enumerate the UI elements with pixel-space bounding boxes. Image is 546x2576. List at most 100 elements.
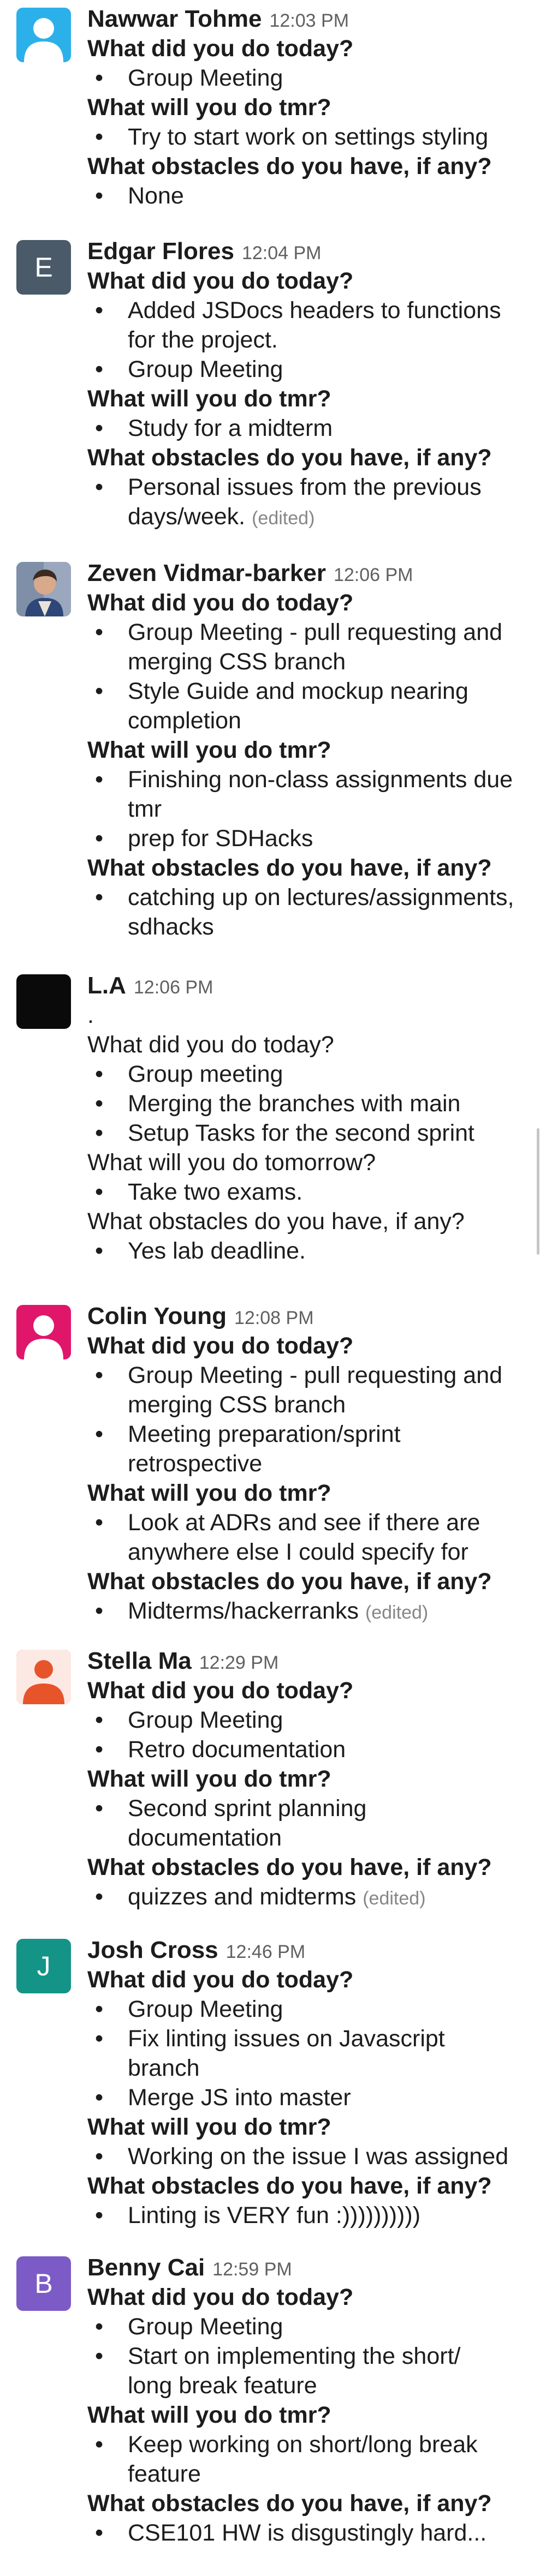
line-text: for the project.	[128, 327, 278, 353]
avatar[interactable]	[16, 1305, 71, 1359]
author-name[interactable]: Zeven Vidmar-barker	[87, 559, 326, 588]
question-heading: What will you do tmr?	[87, 2400, 530, 2430]
timestamp[interactable]: 12:46 PM	[226, 1942, 306, 1963]
timestamp[interactable]: 12:08 PM	[234, 1308, 314, 1329]
bullet-item: Yes lab deadline.	[87, 1236, 530, 1266]
avatar[interactable]: E	[16, 240, 71, 295]
bullet-item: quizzes and midterms (edited)	[87, 1882, 530, 1913]
bullet-item: None	[87, 181, 530, 211]
author-name[interactable]: Edgar Flores	[87, 237, 234, 266]
bullet-item: Look at ADRs and see if there are	[87, 1508, 530, 1537]
plain-text-line: What will you do tomorrow?	[87, 1148, 530, 1177]
author-name[interactable]: Stella Ma	[87, 1646, 192, 1676]
line-text: What will you do tmr?	[87, 1480, 331, 1506]
line-text: What did you do today?	[87, 35, 354, 62]
line-text: What did you do today?	[87, 1967, 354, 1993]
timestamp[interactable]: 12:03 PM	[269, 10, 349, 32]
line-text: catching up on lectures/assignments,	[128, 884, 514, 910]
timestamp[interactable]: 12:59 PM	[212, 2259, 292, 2280]
question-heading: What obstacles do you have, if any?	[87, 2171, 530, 2201]
line-text: branch	[128, 2055, 200, 2081]
author-name[interactable]: Nawwar Tohme	[87, 4, 262, 34]
avatar[interactable]: J	[16, 1939, 71, 1993]
line-text: Take two exams.	[128, 1179, 303, 1205]
bullet-item-continuation: merging CSS branch	[87, 647, 530, 676]
avatar[interactable]	[16, 974, 71, 1029]
question-heading: What obstacles do you have, if any?	[87, 853, 530, 883]
bullet-item-continuation: retrospective	[87, 1449, 530, 1478]
message-nawwar-tohme: Nawwar Tohme 12:03 PM What did you do toda…	[0, 4, 546, 211]
line-text: Fix linting issues on Javascript	[128, 2026, 445, 2052]
avatar[interactable]	[16, 8, 71, 62]
message-header: Colin Young 12:08 PM	[87, 1302, 530, 1331]
message-zeven-vidmar-barker: Zeven Vidmar-barker 12:06 PM What did you …	[0, 559, 546, 942]
line-text: What did you do today?	[87, 268, 354, 294]
question-heading: What will you do tmr?	[87, 93, 530, 122]
question-heading: What did you do today?	[87, 588, 530, 618]
bullet-item: Group Meeting	[87, 355, 530, 384]
line-text: What will you do tmr?	[87, 1766, 331, 1792]
message-edgar-flores: E Edgar Flores 12:04 PM What did you do tod…	[0, 237, 546, 533]
message-header: Stella Ma 12:29 PM	[87, 1646, 530, 1676]
author-name[interactable]: Benny Cai	[87, 2253, 205, 2283]
timestamp[interactable]: 12:06 PM	[334, 565, 413, 586]
question-heading: What did you do today?	[87, 34, 530, 63]
question-heading: What will you do tmr?	[87, 2112, 530, 2142]
timestamp[interactable]: 12:29 PM	[199, 1652, 279, 1674]
line-text: Yes lab deadline.	[128, 1238, 306, 1264]
line-text: What did you do today?	[87, 1678, 354, 1704]
question-heading: What obstacles do you have, if any?	[87, 2489, 530, 2518]
bullet-item: Second sprint planning	[87, 1794, 530, 1823]
avatar[interactable]	[16, 1650, 71, 1704]
line-text: What obstacles do you have, if any?	[87, 855, 492, 881]
bullet-item: Added JSDocs headers to functions	[87, 296, 530, 325]
line-text: feature	[128, 2461, 201, 2487]
bullet-item: Working on the issue I was assigned	[87, 2142, 530, 2171]
bullet-item: Setup Tasks for the second sprint	[87, 1118, 530, 1148]
line-text: Linting is VERY fun :))))))))))	[128, 2202, 421, 2228]
plain-text-line: What did you do today?	[87, 1030, 530, 1059]
author-name[interactable]: L.A	[87, 971, 126, 1001]
line-text: What obstacles do you have, if any?	[87, 1568, 492, 1595]
author-name[interactable]: Colin Young	[87, 1302, 227, 1331]
bullet-item-continuation: completion	[87, 706, 530, 735]
edited-label: (edited)	[365, 1602, 429, 1623]
message-header: L.A 12:06 PM	[87, 971, 530, 1001]
bullet-item: Try to start work on settings styling	[87, 122, 530, 152]
author-name[interactable]: Josh Cross	[87, 1936, 218, 1965]
bullet-item: Group Meeting	[87, 2312, 530, 2341]
bullet-item: Group Meeting	[87, 1705, 530, 1735]
timestamp[interactable]: 12:04 PM	[242, 243, 322, 264]
line-text: What did you do today?	[87, 1333, 354, 1359]
bullet-item: catching up on lectures/assignments,	[87, 883, 530, 912]
message-header: Edgar Flores 12:04 PM	[87, 237, 530, 266]
line-text: Working on the issue I was assigned	[128, 2143, 509, 2170]
line-text: Group meeting	[128, 1061, 283, 1087]
question-heading: What will you do tmr?	[87, 1478, 530, 1508]
question-heading: What obstacles do you have, if any?	[87, 443, 530, 472]
line-text: documentation	[128, 1825, 282, 1851]
question-heading: What obstacles do you have, if any?	[87, 1567, 530, 1596]
message-stella-ma: Stella Ma 12:29 PM What did you do today? G…	[0, 1646, 546, 1913]
bullet-item-continuation: feature	[87, 2459, 530, 2489]
question-heading: What will you do tmr?	[87, 384, 530, 414]
line-text: What obstacles do you have, if any?	[87, 1854, 492, 1880]
line-text: What obstacles do you have, if any?	[87, 1208, 465, 1235]
avatar[interactable]: B	[16, 2256, 71, 2311]
message-benny-cai: B Benny Cai 12:59 PM What did you do today?…	[0, 2253, 546, 2548]
line-text: What obstacles do you have, if any?	[87, 445, 492, 471]
bullet-item-continuation: long break feature	[87, 2371, 530, 2400]
question-heading: What obstacles do you have, if any?	[87, 152, 530, 181]
bullet-item: Study for a midterm	[87, 414, 530, 443]
line-text: CSE101 HW is disgustingly hard...	[128, 2520, 487, 2546]
timestamp[interactable]: 12:06 PM	[134, 977, 213, 998]
question-heading: What did you do today?	[87, 2283, 530, 2312]
avatar[interactable]	[16, 562, 71, 616]
line-text: What obstacles do you have, if any?	[87, 2173, 492, 2199]
scrollbar-thumb[interactable]	[537, 1128, 539, 1255]
message-header: Josh Cross 12:46 PM	[87, 1936, 530, 1965]
message-header: Nawwar Tohme 12:03 PM	[87, 4, 530, 34]
bullet-item: Style Guide and mockup nearing	[87, 676, 530, 706]
line-text: Group Meeting	[128, 2314, 283, 2340]
bullet-item: Personal issues from the previous	[87, 472, 530, 502]
